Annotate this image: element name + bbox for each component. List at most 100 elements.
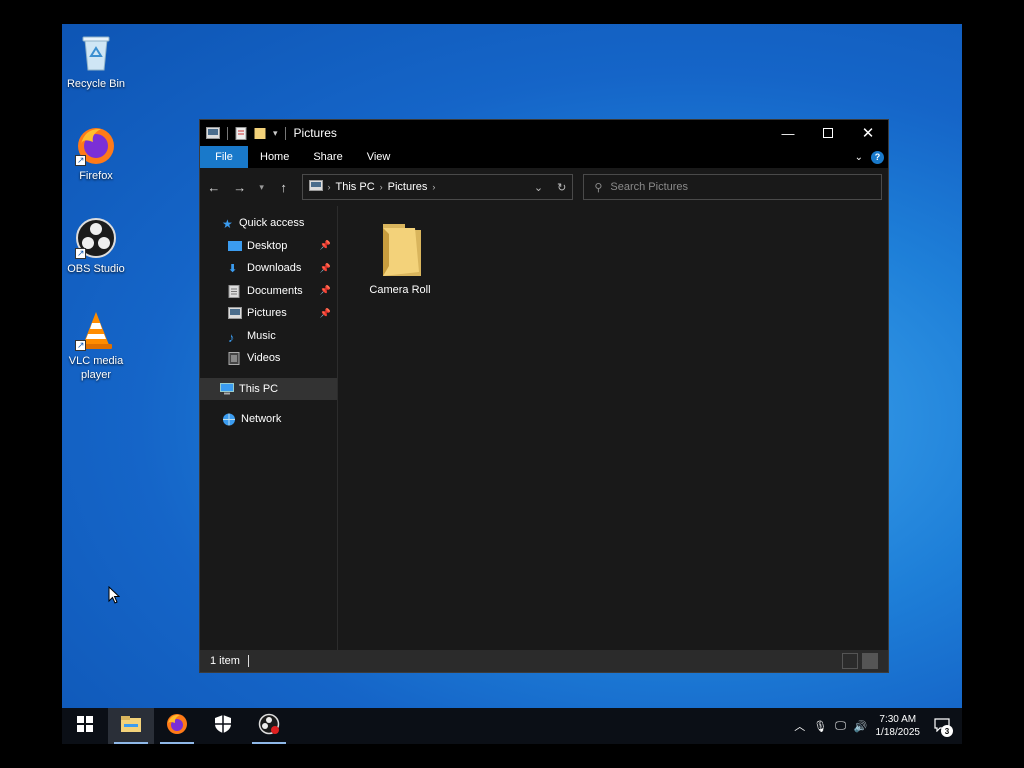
forward-arrow-icon[interactable]: → xyxy=(232,180,248,195)
desktop-folder-icon xyxy=(228,240,242,252)
tab-view[interactable]: View xyxy=(355,146,403,168)
computer-monitor-icon xyxy=(220,382,234,395)
nav-documents[interactable]: Documents 📌 xyxy=(200,280,337,303)
nav-downloads[interactable]: ⬇ Downloads 📌 xyxy=(200,257,337,280)
expand-ribbon-chevron-icon[interactable]: ⌄ xyxy=(855,152,863,163)
network-icon xyxy=(222,413,236,426)
pictures-window-icon xyxy=(206,127,220,139)
desktop-icon-label: Recycle Bin xyxy=(66,78,126,90)
folder-item[interactable]: Camera Roll xyxy=(364,222,436,296)
breadcrumb-chevron-icon[interactable]: › xyxy=(432,182,435,192)
tab-file[interactable]: File xyxy=(200,146,248,168)
pin-icon[interactable]: 📌 xyxy=(320,285,331,296)
nav-this-pc[interactable]: This PC xyxy=(200,377,337,400)
ribbon-tabs: File Home Share View ⌄ ? xyxy=(200,146,888,168)
obs-icon xyxy=(75,217,117,260)
breadcrumb-pictures[interactable]: Pictures xyxy=(388,181,428,193)
search-input[interactable] xyxy=(610,181,851,193)
desktop: Recycle Bin Firefox OBS Studio xyxy=(62,24,962,744)
details-view-icon[interactable] xyxy=(842,653,858,669)
taskbar-obs[interactable] xyxy=(246,708,292,744)
network-status-icon[interactable]: 🖵 xyxy=(835,720,846,733)
desktop-icon-firefox[interactable]: Firefox xyxy=(66,124,126,183)
new-folder-icon[interactable] xyxy=(254,127,268,139)
status-bar: 1 item xyxy=(200,650,888,672)
start-button[interactable] xyxy=(62,708,108,744)
desktop-icon-label: VLC media player xyxy=(68,355,124,381)
music-note-icon: ♪ xyxy=(228,329,235,345)
nav-quick-access[interactable]: ★ Quick access xyxy=(200,212,337,235)
nav-videos[interactable]: Videos xyxy=(200,347,337,370)
help-icon[interactable]: ? xyxy=(871,150,884,164)
address-bar[interactable]: › This PC › Pictures › ⌄ ↻ xyxy=(301,174,574,200)
maximize-button[interactable] xyxy=(808,120,848,146)
shortcut-arrow-icon xyxy=(75,153,86,167)
obs-recording-icon xyxy=(258,713,280,740)
breadcrumb-chevron-icon[interactable]: › xyxy=(328,182,331,192)
desktop-icon-label: Firefox xyxy=(79,170,113,182)
firefox-icon xyxy=(166,713,188,740)
pin-icon[interactable]: 📌 xyxy=(320,263,331,274)
toolbar-separator xyxy=(284,126,286,140)
volume-icon[interactable]: 🔊 xyxy=(854,720,868,733)
address-history-chevron-icon[interactable]: ⌄ xyxy=(534,181,543,194)
system-tray: ︿ 🎙 🖵 🔊 7:30 AM 1/18/2025 3 xyxy=(794,712,962,740)
up-arrow-icon[interactable]: ↑ xyxy=(276,180,292,195)
star-icon: ★ xyxy=(222,217,233,232)
mouse-cursor-icon xyxy=(108,585,121,609)
search-icon: ⚲ xyxy=(594,181,603,194)
recent-locations-chevron-icon[interactable]: ▾ xyxy=(258,182,266,193)
tab-home[interactable]: Home xyxy=(248,146,301,168)
nav-desktop[interactable]: Desktop 📌 xyxy=(200,235,337,258)
shortcut-arrow-icon xyxy=(75,246,86,260)
file-explorer-icon xyxy=(120,715,142,738)
taskbar: ︿ 🎙 🖵 🔊 7:30 AM 1/18/2025 3 xyxy=(62,708,962,744)
nav-label: Music xyxy=(247,329,276,342)
nav-network[interactable]: Network xyxy=(200,408,337,431)
customize-toolbar-icon[interactable]: ▾ xyxy=(273,128,278,139)
window-title: Pictures xyxy=(293,126,337,140)
nav-label: Videos xyxy=(247,352,281,365)
desktop-icon-recycle-bin[interactable]: Recycle Bin xyxy=(66,32,126,91)
nav-label: Downloads xyxy=(247,262,302,275)
breadcrumb-this-pc[interactable]: This PC xyxy=(336,181,375,193)
pictures-icon xyxy=(228,307,242,320)
breadcrumb-chevron-icon[interactable]: › xyxy=(380,182,383,192)
pin-icon[interactable]: 📌 xyxy=(320,308,331,319)
file-list: Camera Roll xyxy=(338,206,888,650)
close-button[interactable]: ✕ xyxy=(848,120,888,146)
action-center-button[interactable]: 3 xyxy=(928,712,956,740)
nav-label: Quick access xyxy=(239,217,305,230)
minimize-button[interactable]: — xyxy=(768,120,808,146)
nav-label: Desktop xyxy=(247,239,288,252)
search-box[interactable]: ⚲ xyxy=(583,174,882,200)
pin-icon[interactable]: 📌 xyxy=(320,240,331,251)
nav-pictures[interactable]: Pictures 📌 xyxy=(200,302,337,325)
large-icons-view-icon[interactable] xyxy=(862,653,878,669)
clock-time: 7:30 AM xyxy=(879,714,917,725)
refresh-icon[interactable]: ↻ xyxy=(557,181,566,194)
taskbar-security[interactable] xyxy=(200,708,246,744)
nav-music[interactable]: ♪ Music xyxy=(200,325,337,348)
toolbar-separator xyxy=(227,126,228,140)
properties-icon[interactable] xyxy=(235,127,249,140)
shield-icon xyxy=(214,714,232,739)
clock[interactable]: 7:30 AM 1/18/2025 xyxy=(876,713,921,739)
desktop-icon-obs[interactable]: OBS Studio xyxy=(66,217,126,276)
title-bar[interactable]: ▾ Pictures — ✕ xyxy=(200,120,888,146)
vlc-cone-icon xyxy=(75,309,117,352)
shortcut-arrow-icon xyxy=(75,338,86,352)
nav-label: Network xyxy=(241,413,282,426)
desktop-icon-vlc[interactable]: VLC media player xyxy=(66,309,126,382)
download-arrow-icon: ⬇ xyxy=(228,263,238,276)
taskbar-firefox[interactable] xyxy=(154,708,200,744)
show-hidden-icons-chevron-icon[interactable]: ︿ xyxy=(794,718,805,734)
tab-share[interactable]: Share xyxy=(301,146,354,168)
file-explorer-window: ▾ Pictures — ✕ File Home Share View ⌄ ? … xyxy=(199,119,889,673)
taskbar-file-explorer[interactable] xyxy=(108,708,154,744)
item-count: 1 item xyxy=(210,655,240,667)
document-icon xyxy=(228,284,242,298)
maximize-icon xyxy=(823,128,833,138)
back-arrow-icon[interactable]: ← xyxy=(206,180,222,195)
meet-now-icon[interactable]: 🎙 xyxy=(813,720,827,733)
